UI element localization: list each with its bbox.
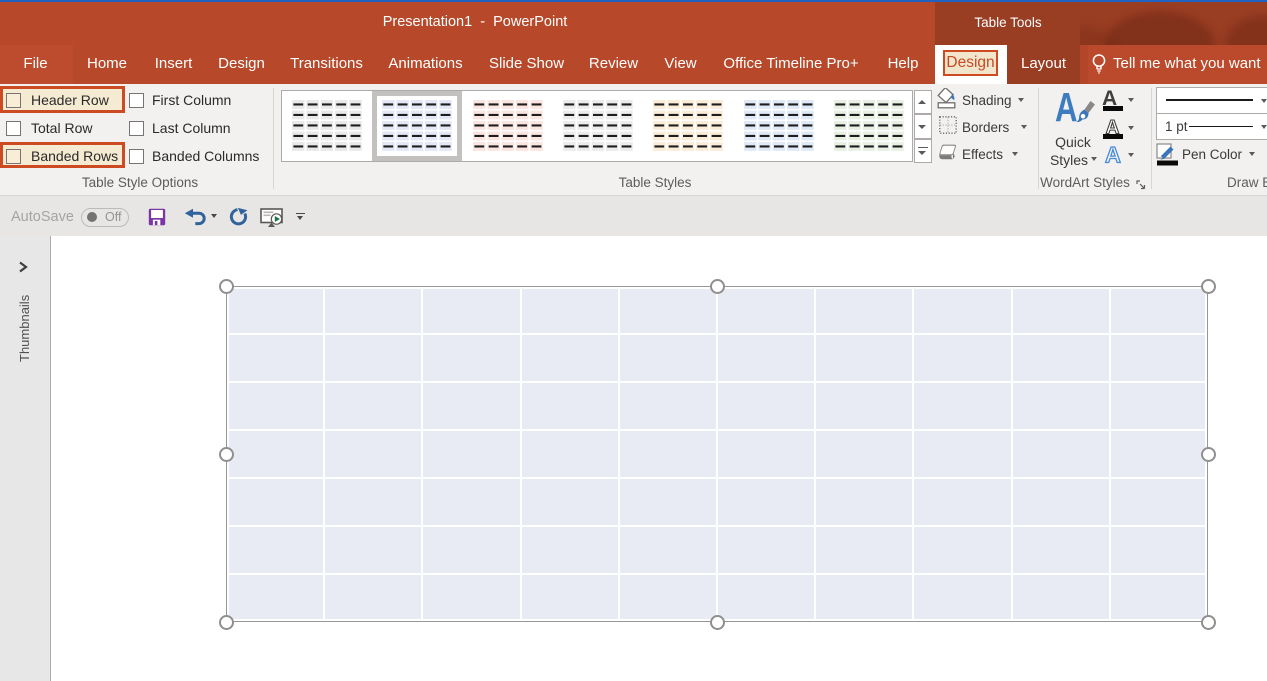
svg-text:A: A [1105,145,1121,165]
svg-text:A: A [1106,119,1120,135]
